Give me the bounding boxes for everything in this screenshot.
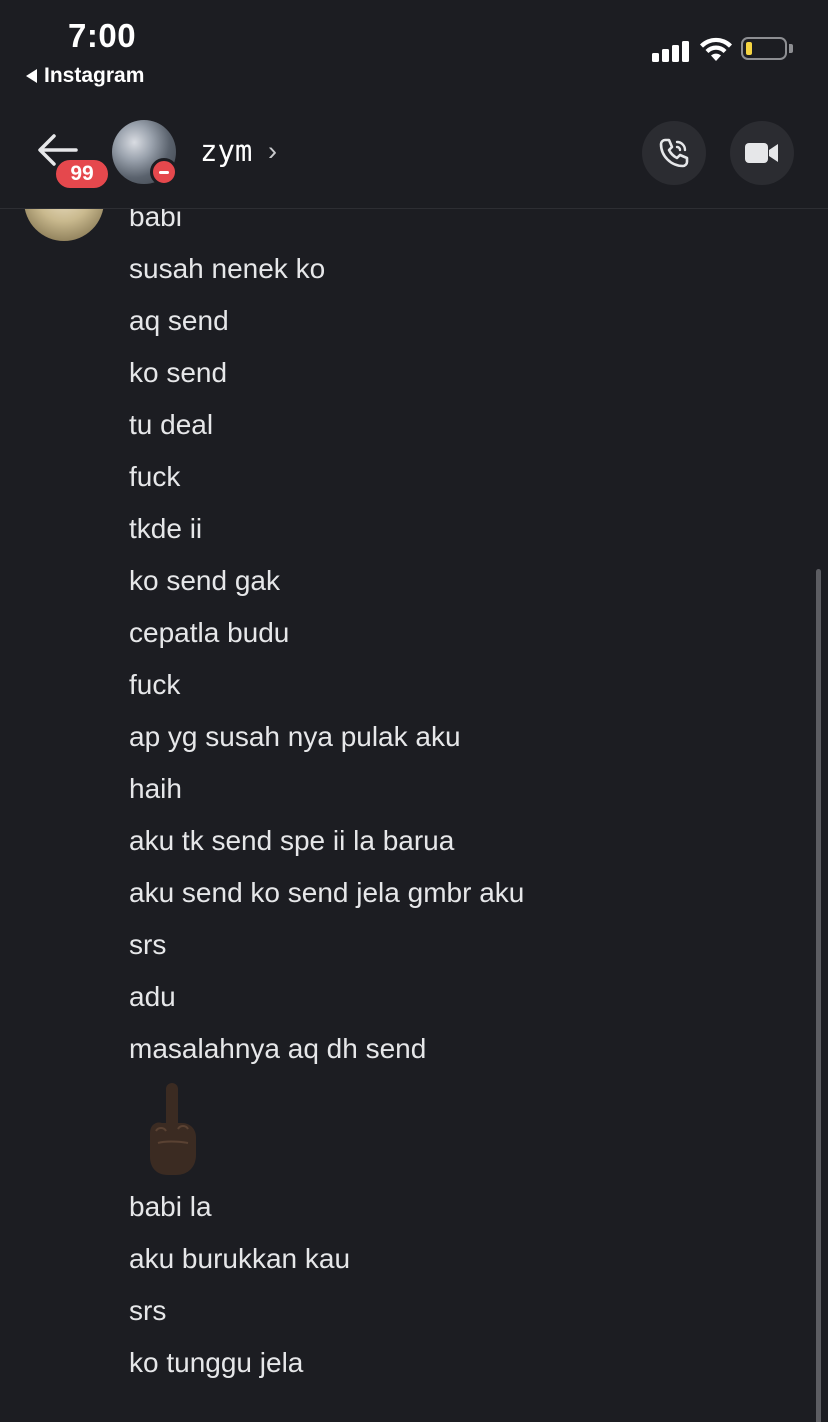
- back-triangle-icon: [26, 69, 37, 83]
- video-call-button[interactable]: [730, 121, 794, 185]
- battery-level: [746, 42, 752, 55]
- message[interactable]: babi la: [129, 1190, 212, 1224]
- message[interactable]: aku tk send spe ii la barua: [129, 824, 454, 858]
- message[interactable]: srs: [129, 1294, 166, 1328]
- message[interactable]: fuck: [129, 460, 180, 494]
- message[interactable]: haih: [129, 772, 182, 806]
- chat-username[interactable]: zym: [200, 134, 252, 168]
- message[interactable]: tkde ii: [129, 512, 202, 546]
- unread-count-badge: 99: [54, 158, 110, 190]
- message[interactable]: ap yg susah nya pulak aku: [129, 720, 461, 754]
- message[interactable]: masalahnya aq dh send: [129, 1032, 426, 1066]
- message[interactable]: srs: [129, 928, 166, 962]
- message[interactable]: fuck: [129, 668, 180, 702]
- video-camera-icon: [745, 143, 778, 163]
- chat-header: 99 zym ›: [0, 100, 828, 209]
- cellular-signal-icon: [652, 40, 692, 62]
- message[interactable]: babi: [129, 209, 182, 234]
- message[interactable]: ko send: [129, 356, 227, 390]
- blocked-status-icon: [150, 158, 178, 186]
- message[interactable]: adu: [129, 980, 176, 1014]
- wifi-icon: [700, 37, 732, 61]
- message[interactable]: cepatla budu: [129, 616, 289, 650]
- message[interactable]: ko send gak: [129, 564, 280, 598]
- battery-icon: [741, 37, 787, 60]
- back-app-label: Instagram: [44, 64, 145, 87]
- middle-finger-emoji-icon[interactable]: [144, 1081, 200, 1177]
- status-time: 7:00: [68, 17, 137, 54]
- status-bar: 7:00 Instagram: [0, 0, 828, 100]
- scrollbar[interactable]: [816, 569, 821, 1422]
- phone-icon: [659, 138, 689, 168]
- battery-nub: [789, 44, 793, 53]
- voice-call-button[interactable]: [642, 121, 706, 185]
- sender-avatar[interactable]: [24, 209, 104, 241]
- back-to-app-link[interactable]: Instagram: [26, 64, 144, 88]
- message[interactable]: aq send: [129, 304, 229, 338]
- message[interactable]: aku send ko send jela gmbr aku: [129, 876, 524, 910]
- chevron-right-icon[interactable]: ›: [268, 136, 277, 167]
- message[interactable]: ko tunggu jela: [129, 1346, 303, 1380]
- message[interactable]: aku burukkan kau: [129, 1242, 350, 1276]
- message[interactable]: tu deal: [129, 408, 213, 442]
- message[interactable]: susah nenek ko: [129, 252, 325, 286]
- message-list[interactable]: babi susah nenek ko aq send ko send tu d…: [0, 209, 828, 1422]
